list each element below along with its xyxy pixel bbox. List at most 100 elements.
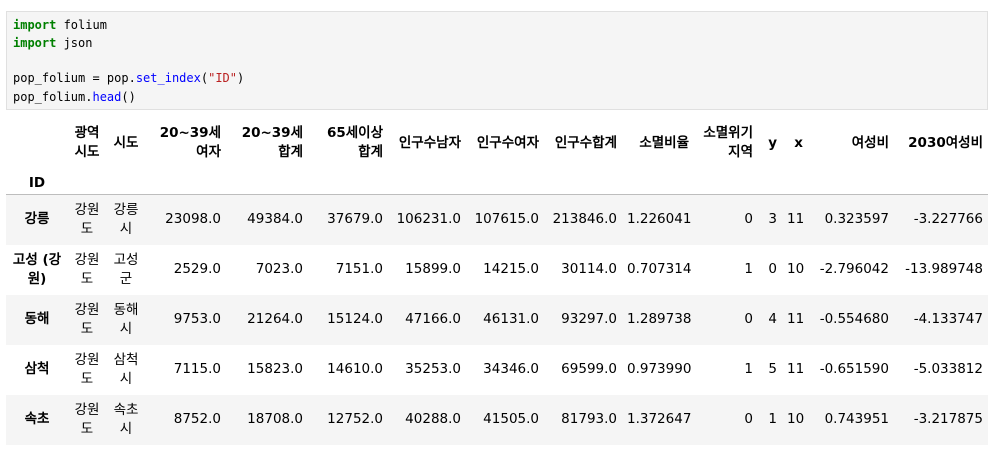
column-header: y (768, 134, 777, 151)
keyword: import (13, 36, 57, 50)
code-line-import-json: import json (13, 35, 92, 52)
table-cell: 14610.0 (327, 361, 383, 377)
table-cell: 34346.0 (483, 361, 539, 377)
table-cell: 11 (787, 211, 805, 228)
column-header: 시도 (113, 134, 139, 151)
table-cell: 15124.0 (327, 311, 383, 327)
table-cell: 고성군 (113, 251, 139, 287)
table-cell: 41505.0 (483, 411, 539, 427)
code-text: () (121, 90, 136, 104)
table-cell: 1.226041 (627, 211, 692, 228)
column-header: 인구수남자 (398, 134, 461, 151)
column-header: 인구수합계 (554, 134, 617, 151)
table-cell: -4.133747 (913, 311, 983, 327)
table-cell: 47166.0 (405, 311, 461, 327)
table-cell: 107615.0 (474, 211, 539, 228)
table-cell: -5.033812 (913, 361, 983, 377)
code-line-head: pop_folium.head() (13, 89, 136, 106)
table-cell: 강릉시 (113, 201, 139, 237)
code-text: ) (237, 71, 245, 85)
column-header: 광역시도 (74, 125, 100, 160)
table-cell: 1 (768, 411, 777, 427)
table-cell: 14215.0 (483, 261, 539, 277)
code-text: pop_folium = pop. (13, 71, 136, 85)
column-header: 인구수여자 (476, 134, 539, 151)
table-cell: 0.973990 (627, 361, 692, 377)
code-text: pop_folium. (13, 90, 93, 104)
table-cell: -13.989748 (905, 261, 983, 277)
column-header-blank (6, 114, 68, 172)
index-name-row: ID (6, 172, 988, 195)
table-cell: 93297.0 (561, 311, 617, 327)
table-cell: 69599.0 (561, 361, 617, 377)
string-literal: "ID" (208, 71, 237, 85)
code-text: ( (200, 71, 209, 85)
table-cell: 18708.0 (247, 411, 303, 427)
table-cell: 213846.0 (552, 211, 617, 228)
table-row: 고성 (강원) 강원도 고성군 2529.0 7023.0 7151.0 158… (6, 245, 988, 295)
table-cell: 1.289738 (627, 311, 692, 327)
table-cell: 8752.0 (173, 411, 221, 427)
table-cell: -3.217875 (913, 411, 983, 427)
table-cell: 3 (768, 211, 777, 228)
table-cell: 23098.0 (165, 211, 221, 228)
table-cell: 2529.0 (173, 261, 221, 277)
table-cell: 0 (744, 411, 753, 427)
table-cell: -3.227766 (913, 211, 983, 228)
table-row: 동해 강원도 동해시 9753.0 21264.0 15124.0 47166.… (6, 294, 988, 345)
column-header: 20~39세 합계 (241, 125, 303, 160)
column-header: 소멸비율 (639, 134, 689, 151)
table-cell: 35253.0 (405, 361, 461, 377)
table-cell: 37679.0 (327, 211, 383, 228)
table-row: 속초 강원도 속초시 8752.0 18708.0 12752.0 40288.… (6, 394, 988, 445)
row-index: 고성 (강원) (12, 251, 62, 287)
module-name: folium (56, 18, 107, 32)
table-cell: 속초시 (113, 401, 139, 437)
table-cell: 1.372647 (627, 411, 692, 427)
table-cell: 106231.0 (396, 211, 461, 228)
column-header: 여성비 (851, 134, 889, 151)
table-cell: 강원도 (74, 201, 100, 237)
table-cell: 강원도 (74, 351, 100, 387)
table-cell: 0.743951 (824, 411, 889, 427)
table-cell: 46131.0 (483, 311, 539, 327)
table-cell: 동해시 (113, 301, 139, 337)
column-header: 소멸위기지역 (703, 125, 753, 160)
table-cell: 9753.0 (173, 311, 221, 327)
column-header: 65세이상 합계 (326, 125, 383, 160)
code-line-import-folium: import folium (13, 17, 107, 34)
header-row: 광역시도 시도 20~39세 여자 20~39세 합계 65세이상 합계 인구수… (6, 114, 988, 172)
table-cell: 7115.0 (173, 361, 221, 377)
table-cell: 7151.0 (335, 261, 383, 277)
table-cell: 49384.0 (247, 211, 303, 228)
table-cell: 11 (787, 361, 805, 377)
row-index: 동해 (24, 311, 50, 327)
table-cell: 81793.0 (561, 411, 617, 427)
function-name: set_index (135, 71, 201, 85)
table-cell: 40288.0 (405, 411, 461, 427)
table-cell: 7023.0 (255, 261, 303, 277)
code-cell[interactable]: import folium import json pop_folium = p… (6, 11, 988, 110)
table-cell: 15823.0 (247, 361, 303, 377)
column-header: 20~39세 여자 (159, 125, 221, 160)
table-cell: 0 (744, 211, 753, 228)
table-cell: 21264.0 (247, 311, 303, 327)
table-cell: -2.796042 (819, 261, 889, 277)
module-name: json (56, 36, 93, 50)
row-index: 삼척 (24, 361, 50, 377)
row-index: 속초 (24, 411, 50, 427)
dataframe-output: 광역시도 시도 20~39세 여자 20~39세 합계 65세이상 합계 인구수… (6, 114, 988, 445)
keyword: import (13, 18, 57, 32)
table-cell: 4 (768, 311, 777, 327)
table-cell: 강원도 (74, 401, 100, 437)
code-line-set-index: pop_folium = pop.set_index("ID") (13, 70, 244, 87)
table-cell: -0.651590 (819, 361, 889, 377)
column-header: 2030여성비 (908, 134, 983, 151)
table-cell: 0 (744, 311, 753, 327)
function-name: head (92, 90, 122, 104)
table-cell: 0.323597 (824, 211, 889, 228)
table-cell: 삼척시 (113, 351, 139, 387)
table-row: 삼척 강원도 삼척시 7115.0 15823.0 14610.0 35253.… (6, 345, 988, 395)
table-cell: 1 (744, 361, 753, 377)
table-cell: 강원도 (74, 251, 100, 287)
